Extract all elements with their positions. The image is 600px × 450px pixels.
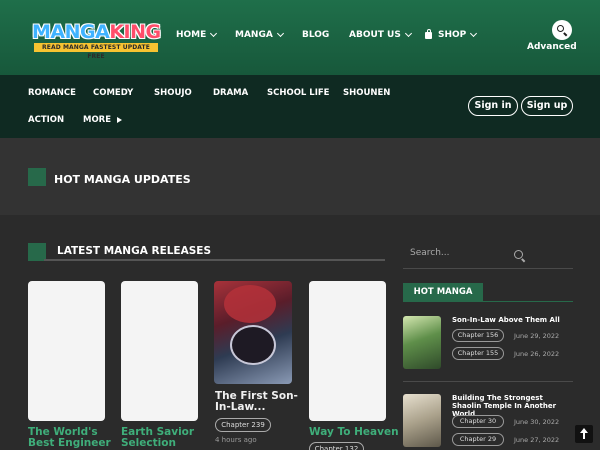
category-comedy[interactable]: COMEDY — [93, 88, 133, 98]
chapter-date: June 26, 2022 — [514, 350, 560, 358]
chapter-date: June 27, 2022 — [514, 436, 560, 444]
divider — [403, 301, 573, 302]
category-drama[interactable]: DRAMA — [213, 88, 248, 98]
divider — [403, 268, 573, 269]
site-logo[interactable]: MANGAKING READ MANGA FASTEST UPDATE FREE — [32, 21, 162, 60]
category-action[interactable]: ACTION — [28, 115, 64, 125]
chapter-link[interactable]: Chapter 132 — [309, 442, 364, 450]
chapter-link[interactable]: Chapter 156 — [452, 329, 504, 342]
manga-title[interactable]: Earth Savior Selection — [121, 427, 194, 449]
search-icon[interactable] — [514, 250, 523, 259]
manga-cover[interactable] — [309, 281, 386, 421]
chevron-down-icon — [210, 29, 218, 38]
nav-shop[interactable]: SHOP — [425, 28, 478, 40]
category-shoujo[interactable]: SHOUJO — [154, 88, 192, 98]
search-icon — [557, 25, 564, 32]
nav-blog[interactable]: BLOG — [302, 30, 329, 40]
chevron-down-icon — [276, 29, 284, 38]
advanced-search-link[interactable]: Advanced — [527, 42, 577, 52]
chevron-down-icon — [404, 29, 412, 38]
category-more[interactable]: MORE — [83, 115, 123, 125]
logo-tagline: READ MANGA FASTEST UPDATE FREE — [34, 43, 158, 60]
divider — [44, 259, 385, 261]
chapter-date: June 29, 2022 — [514, 332, 560, 340]
chapter-link[interactable]: Chapter 29 — [452, 433, 504, 446]
nav-about-us[interactable]: ABOUT US — [349, 29, 412, 40]
logo-wordmark: MANGAKING — [32, 21, 161, 43]
chapter-link[interactable]: Chapter 30 — [452, 415, 504, 428]
manga-title[interactable]: Way To Heaven — [309, 427, 399, 438]
shopping-bag-icon — [425, 28, 432, 39]
sidebar-search-input[interactable]: Search... — [410, 248, 450, 258]
divider — [403, 381, 573, 382]
nav-manga[interactable]: MANGA — [235, 29, 284, 40]
caret-right-icon — [117, 116, 123, 123]
search-button[interactable] — [552, 20, 572, 40]
sidebar-manga-title[interactable]: Son-In-Law Above Them All — [452, 316, 574, 324]
hot-manga-tab[interactable]: HOT MANGA — [403, 283, 483, 301]
chapter-date: June 30, 2022 — [514, 418, 560, 426]
manga-thumbnail[interactable] — [403, 394, 441, 447]
chapter-link[interactable]: Chapter 239 — [215, 418, 271, 432]
hot-updates-heading: HOT MANGA UPDATES — [54, 173, 191, 186]
manga-cover[interactable] — [121, 281, 198, 421]
sign-up-button[interactable]: Sign up — [521, 96, 573, 116]
latest-releases-heading: LATEST MANGA RELEASES — [57, 245, 212, 257]
back-to-top-button[interactable] — [575, 425, 593, 443]
chapter-link[interactable]: Chapter 155 — [452, 347, 504, 360]
update-time: 4 hours ago — [215, 436, 257, 444]
sign-in-button[interactable]: Sign in — [468, 96, 518, 116]
manga-cover[interactable] — [28, 281, 105, 421]
chevron-down-icon — [470, 29, 478, 38]
category-shounen[interactable]: SHOUNEN — [343, 88, 390, 98]
category-school-life[interactable]: SCHOOL LIFE — [267, 88, 330, 98]
manga-cover[interactable] — [214, 281, 292, 384]
manga-title[interactable]: The World's Best Engineer — [28, 427, 111, 449]
manga-title[interactable]: The First Son- In-Law... — [215, 391, 298, 413]
section-marker-icon — [28, 168, 46, 186]
category-romance[interactable]: ROMANCE — [28, 88, 76, 98]
manga-thumbnail[interactable] — [403, 316, 441, 369]
nav-home[interactable]: HOME — [176, 29, 218, 40]
